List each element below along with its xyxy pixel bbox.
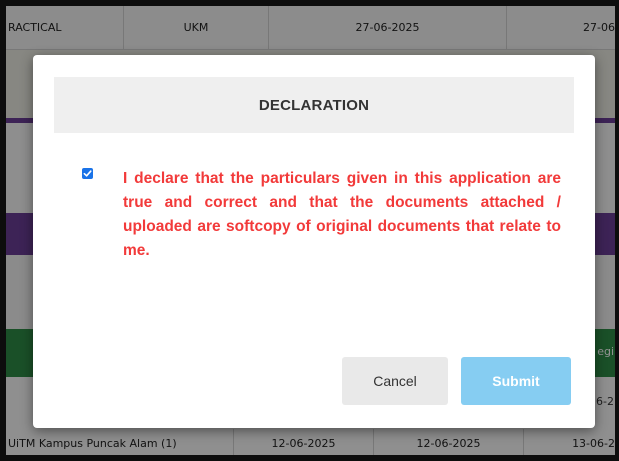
declaration-dialog: DECLARATION I declare that the particula… — [33, 55, 595, 428]
checkmark-icon — [83, 170, 92, 177]
declaration-text: I declare that the particulars given in … — [123, 170, 561, 259]
dialog-header: DECLARATION — [54, 77, 574, 133]
declaration-checkbox[interactable] — [82, 168, 93, 179]
cancel-button[interactable]: Cancel — [342, 357, 448, 405]
submit-button[interactable]: Submit — [461, 357, 571, 405]
dialog-title: DECLARATION — [258, 96, 370, 114]
